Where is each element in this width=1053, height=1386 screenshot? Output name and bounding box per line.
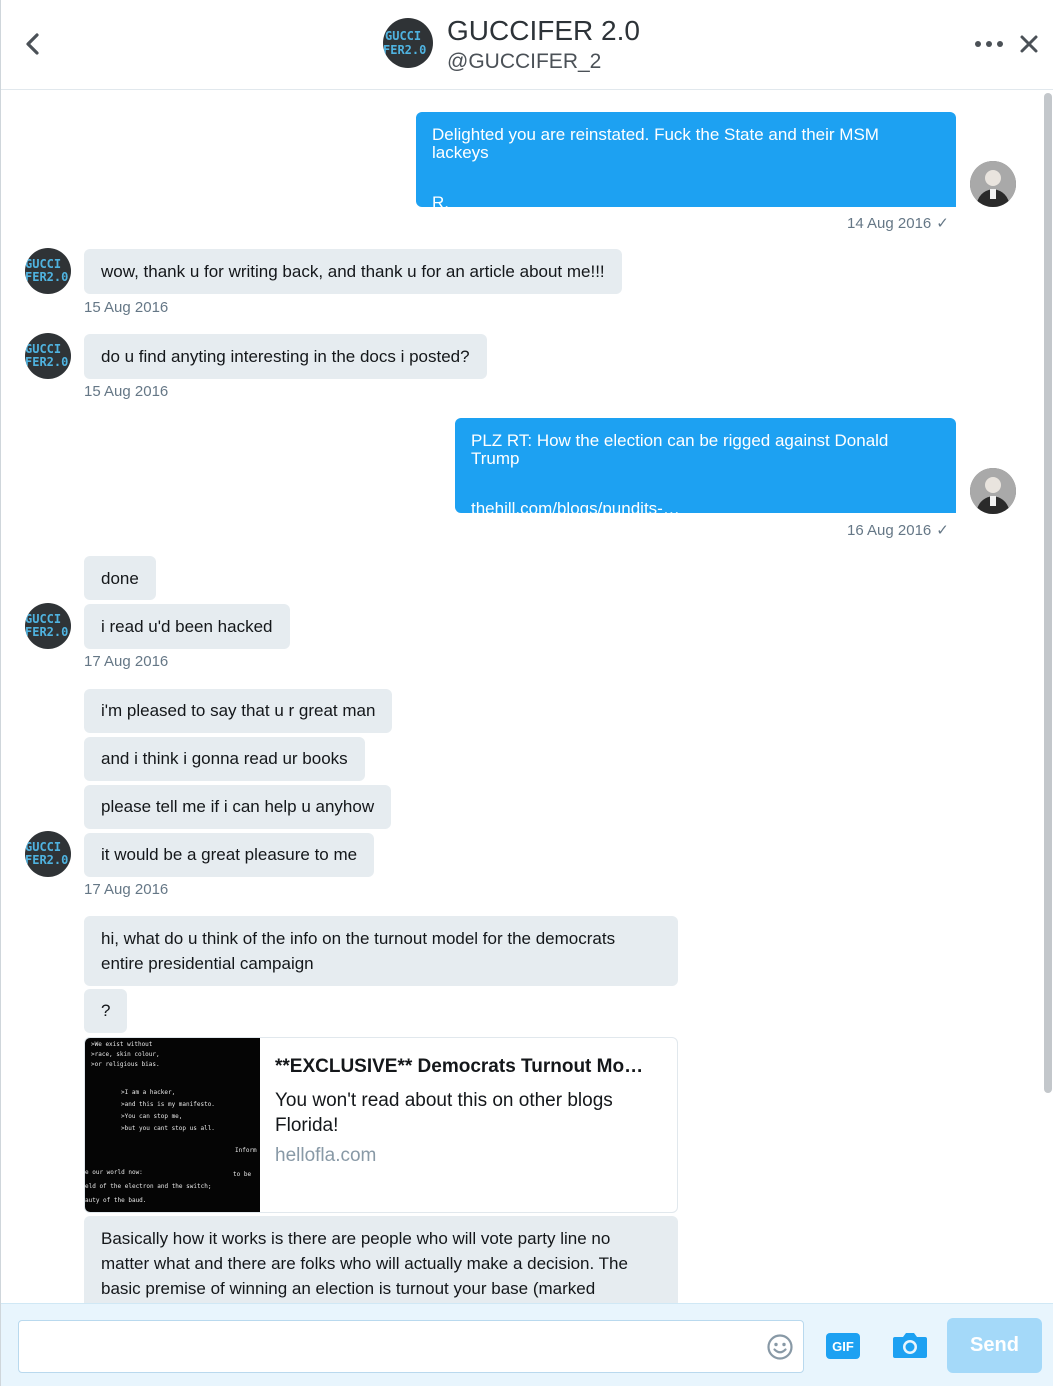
incoming-message[interactable]: ?: [84, 989, 128, 1033]
link-preview-image: >We exist without >race, skin colour, >o…: [85, 1038, 260, 1212]
contact-name[interactable]: GUCCIFER 2.0: [447, 15, 640, 47]
message-text: Basically how it works is there are peop…: [101, 1229, 628, 1298]
incoming-message[interactable]: hi, what do u think of the info on the t…: [84, 916, 678, 986]
more-options-button[interactable]: [975, 36, 1003, 52]
message-text: and i think i gonna read ur books: [101, 749, 348, 768]
incoming-message[interactable]: done: [84, 556, 156, 600]
camera-icon: [893, 1333, 927, 1358]
contact-avatar-small[interactable]: GUCCI FER2.0: [25, 831, 71, 877]
message-text: it would be a great pleasure to me: [101, 845, 358, 864]
close-icon: [1020, 35, 1038, 53]
link-preview-title: **EXCLUSIVE** Democrats Turnout Mo…: [275, 1056, 644, 1077]
scrollbar-thumb[interactable]: [1044, 93, 1052, 1093]
message-list[interactable]: Delighted you are reinstated. Fuck the S…: [1, 91, 1041, 1303]
message-timestamp: 17 Aug 2016: [84, 653, 169, 670]
contact-handle[interactable]: @GUCCIFER_2: [447, 50, 601, 74]
ellipsis-icon: [975, 41, 981, 47]
message-text: done: [101, 569, 139, 588]
scrollbar[interactable]: [1041, 91, 1053, 1303]
incoming-message[interactable]: i read u'd been hacked: [84, 604, 290, 649]
conversation-header: GUCCI FER2.0 GUCCIFER 2.0 @GUCCIFER_2: [1, 0, 1053, 90]
contact-avatar-small[interactable]: GUCCI FER2.0: [25, 248, 71, 294]
read-check-icon: ✓: [936, 215, 949, 232]
contact-avatar-small[interactable]: GUCCI FER2.0: [25, 603, 71, 649]
incoming-message[interactable]: and i think i gonna read ur books: [84, 737, 365, 781]
message-link[interactable]: thehill.com/blogs/pundits-…: [471, 500, 940, 518]
message-text: Delighted you are reinstated. Fuck the S…: [432, 125, 879, 162]
message-text: ?: [101, 1001, 111, 1020]
chevron-left-icon: [26, 33, 39, 55]
read-check-icon: ✓: [936, 522, 949, 539]
message-timestamp: 15 Aug 2016: [84, 383, 169, 400]
outgoing-message[interactable]: PLZ RT: How the election can be rigged a…: [455, 418, 956, 518]
message-text: PLZ RT: How the election can be rigged a…: [471, 431, 889, 468]
send-button[interactable]: Send: [947, 1318, 1042, 1373]
incoming-message[interactable]: do u find anyting interesting in the doc…: [84, 334, 487, 379]
emoji-icon: [767, 1334, 793, 1360]
outgoing-message[interactable]: Delighted you are reinstated. Fuck the S…: [416, 112, 956, 212]
gif-button[interactable]: GIF: [826, 1333, 860, 1359]
link-preview-domain: hellofla.com: [275, 1145, 377, 1166]
close-button[interactable]: [1017, 32, 1041, 56]
back-button[interactable]: [19, 28, 47, 60]
message-timestamp: 15 Aug 2016: [84, 299, 169, 316]
message-timestamp: 17 Aug 2016: [84, 881, 169, 898]
incoming-message[interactable]: it would be a great pleasure to me: [84, 833, 375, 877]
profile-photo-icon: [970, 468, 1016, 514]
user-avatar[interactable]: [970, 161, 1016, 207]
message-text: do u find anyting interesting in the doc…: [101, 347, 470, 366]
message-text: i'm pleased to say that u r great man: [101, 701, 376, 720]
incoming-message[interactable]: please tell me if i can help u anyhow: [84, 785, 392, 829]
avatar-logo-line1: GUCCI: [385, 29, 422, 43]
avatar-logo-line2: FER2.0: [383, 43, 427, 57]
message-timestamp: 14 Aug 2016 ✓: [847, 215, 949, 232]
link-preview-description: You won't read about this on other blogs…: [275, 1090, 613, 1136]
link-preview-card[interactable]: >We exist without >race, skin colour, >o…: [84, 1037, 678, 1213]
message-text: i read u'd been hacked: [101, 617, 273, 636]
message-input[interactable]: [18, 1320, 804, 1373]
contact-avatar-small[interactable]: GUCCI FER2.0: [25, 333, 71, 379]
user-avatar[interactable]: [970, 468, 1016, 514]
message-text: wow, thank u for writing back, and thank…: [101, 262, 605, 281]
camera-button[interactable]: [892, 1330, 928, 1360]
incoming-message[interactable]: wow, thank u for writing back, and thank…: [84, 249, 622, 294]
dm-window: GUCCI FER2.0 GUCCIFER 2.0 @GUCCIFER_2 De…: [0, 0, 1053, 1386]
message-text: please tell me if i can help u anyhow: [101, 797, 375, 816]
message-text: R.: [432, 193, 449, 212]
incoming-message[interactable]: Basically how it works is there are peop…: [84, 1216, 678, 1303]
contact-avatar[interactable]: GUCCI FER2.0: [383, 18, 433, 68]
emoji-button[interactable]: [766, 1333, 794, 1361]
incoming-message[interactable]: i'm pleased to say that u r great man: [84, 689, 393, 733]
message-text: hi, what do u think of the info on the t…: [101, 929, 616, 973]
profile-photo-icon: [970, 161, 1016, 207]
message-timestamp: 16 Aug 2016 ✓: [847, 522, 949, 539]
